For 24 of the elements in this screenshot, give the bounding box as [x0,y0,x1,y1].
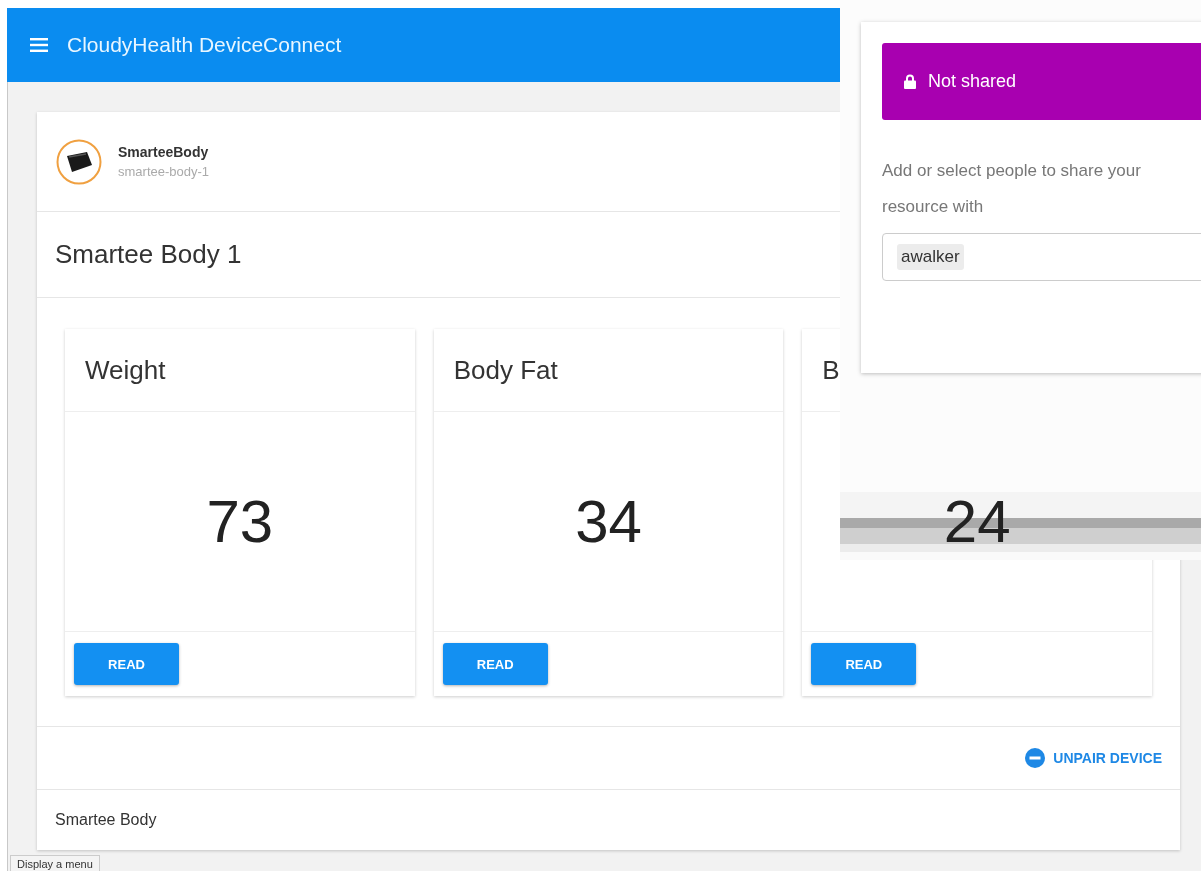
status-tooltip: Display a menu [10,855,100,871]
device-avatar-icon [56,138,102,185]
metric-title: Body Fat [453,354,558,386]
app-title: CloudyHealth DeviceConnect [67,33,342,57]
metric-title: B [822,354,840,386]
metric-value: 73 [206,487,274,556]
unpair-device-button[interactable]: UNPAIR DEVICE [1021,744,1166,772]
read-button[interactable]: READ [442,643,548,685]
person-chip[interactable]: awalker [897,244,964,270]
menu-icon[interactable] [30,38,48,52]
metric-value: 24 [943,487,1011,556]
share-prompt: Add or select people to share your resource with [882,160,1142,218]
device-type-label: Smartee Body [55,811,157,829]
metric-title: Weight [85,354,166,386]
people-input-field[interactable]: awalker [882,233,1201,281]
minus-circle-icon [1025,748,1046,768]
device-name: SmarteeBody [118,144,210,160]
share-status-banner: Not shared [882,43,1201,120]
metric-value: 34 [575,487,642,556]
device-id: smartee-body-1 [118,164,210,179]
read-button[interactable]: READ [74,643,179,685]
lock-icon [904,74,916,89]
device-title: Smartee Body 1 [55,239,242,270]
read-button[interactable]: READ [811,643,917,685]
